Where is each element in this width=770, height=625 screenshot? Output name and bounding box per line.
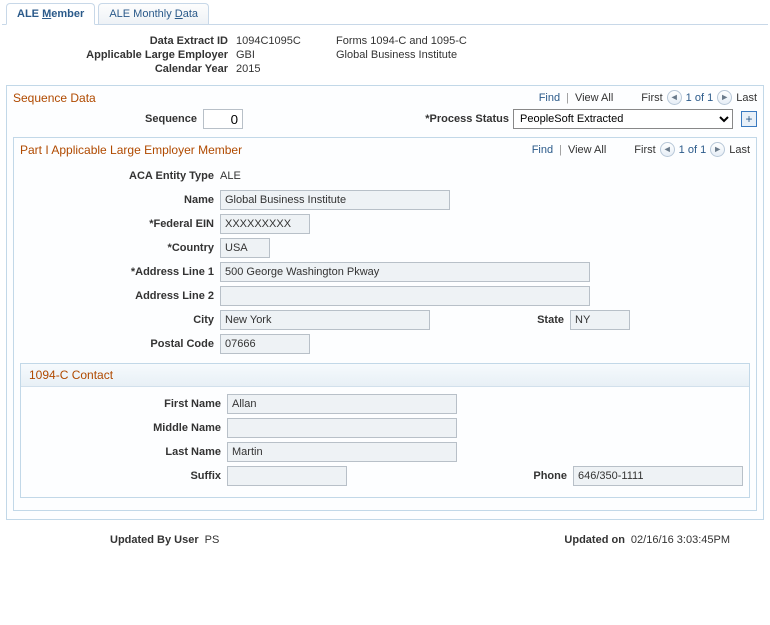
prev-icon[interactable]: ◄ (667, 90, 682, 105)
label-state: State (510, 314, 570, 326)
middle-name-field (227, 418, 457, 438)
group-sequence-data: Sequence Data Find | View All First ◄ 1 … (6, 85, 764, 520)
label-sequence: Sequence (13, 113, 203, 125)
sequence-input (203, 109, 243, 129)
label-last-name: Last Name (27, 446, 227, 458)
addr1-field (220, 262, 590, 282)
group-part1: Part I Applicable Large Employer Member … (13, 137, 757, 511)
label-postal: Postal Code (20, 338, 220, 350)
next-icon-part1[interactable]: ► (710, 142, 725, 157)
group-contact: 1094-C Contact First Name Middle Name La… (20, 363, 750, 498)
value-ale-code: GBI (236, 49, 336, 61)
scroll-controls-part1: Find | View All First ◄ 1 of 1 ► Last (532, 142, 750, 157)
label-ein: *Federal EIN (20, 218, 220, 230)
group-title-part1: Part I Applicable Large Employer Member (20, 143, 532, 157)
group-title-contact: 1094-C Contact (21, 364, 749, 387)
scroll-controls-sequence: Find | View All First ◄ 1 of 1 ► Last (539, 90, 757, 105)
label-entity-type: ACA Entity Type (20, 170, 220, 182)
label-extract-id: Data Extract ID (6, 35, 236, 47)
label-first-name: First Name (27, 398, 227, 410)
value-year: 2015 (236, 63, 336, 75)
viewall-link[interactable]: View All (575, 92, 613, 104)
add-row-icon[interactable]: + (741, 111, 757, 127)
value-ale-desc: Global Business Institute (336, 49, 457, 61)
footer: Updated By User PS Updated on 02/16/16 3… (2, 528, 768, 556)
last-name-field (227, 442, 457, 462)
tab-ale-monthly-data[interactable]: ALE Monthly Data (98, 3, 209, 24)
postal-field (220, 334, 310, 354)
label-city: City (20, 314, 220, 326)
process-status-select[interactable]: PeopleSoft Extracted (513, 109, 733, 129)
value-entity-type: ALE (220, 170, 241, 182)
label-suffix: Suffix (27, 470, 227, 482)
find-link-part1[interactable]: Find (532, 144, 553, 156)
label-process-status: *Process Status (425, 113, 509, 125)
group-title-sequence: Sequence Data (13, 91, 539, 105)
label-updated-by: Updated By User (110, 534, 199, 546)
find-link[interactable]: Find (539, 92, 560, 104)
addr2-field (220, 286, 590, 306)
label-country: *Country (20, 242, 220, 254)
tab-ale-member[interactable]: ALE Member (6, 3, 95, 25)
label-ale: Applicable Large Employer (6, 49, 236, 61)
value-extract-id: 1094C1095C (236, 35, 336, 47)
tab-bar: ALE Member ALE Monthly Data (2, 2, 768, 25)
label-year: Calendar Year (6, 63, 236, 75)
name-field (220, 190, 450, 210)
last-link[interactable]: Last (736, 92, 757, 104)
value-updated-on: 02/16/16 3:03:45PM (631, 534, 730, 546)
value-updated-by: PS (205, 534, 220, 546)
last-link-part1[interactable]: Last (729, 144, 750, 156)
first-name-field (227, 394, 457, 414)
viewall-link-part1[interactable]: View All (568, 144, 606, 156)
value-extract-desc: Forms 1094-C and 1095-C (336, 35, 467, 47)
label-middle-name: Middle Name (27, 422, 227, 434)
prev-icon-part1[interactable]: ◄ (660, 142, 675, 157)
label-phone: Phone (513, 470, 573, 482)
row-counter: 1 of 1 (686, 92, 714, 104)
suffix-field (227, 466, 347, 486)
phone-field (573, 466, 743, 486)
page-header: Data Extract ID 1094C1095C Forms 1094-C … (2, 25, 768, 83)
ein-field (220, 214, 310, 234)
label-addr1: *Address Line 1 (20, 266, 220, 278)
state-field (570, 310, 630, 330)
next-icon[interactable]: ► (717, 90, 732, 105)
label-name: Name (20, 194, 220, 206)
label-addr2: Address Line 2 (20, 290, 220, 302)
row-counter-part1: 1 of 1 (679, 144, 707, 156)
label-updated-on: Updated on (564, 534, 625, 546)
city-field (220, 310, 430, 330)
first-link-part1[interactable]: First (634, 144, 655, 156)
country-field (220, 238, 270, 258)
first-link[interactable]: First (641, 92, 662, 104)
